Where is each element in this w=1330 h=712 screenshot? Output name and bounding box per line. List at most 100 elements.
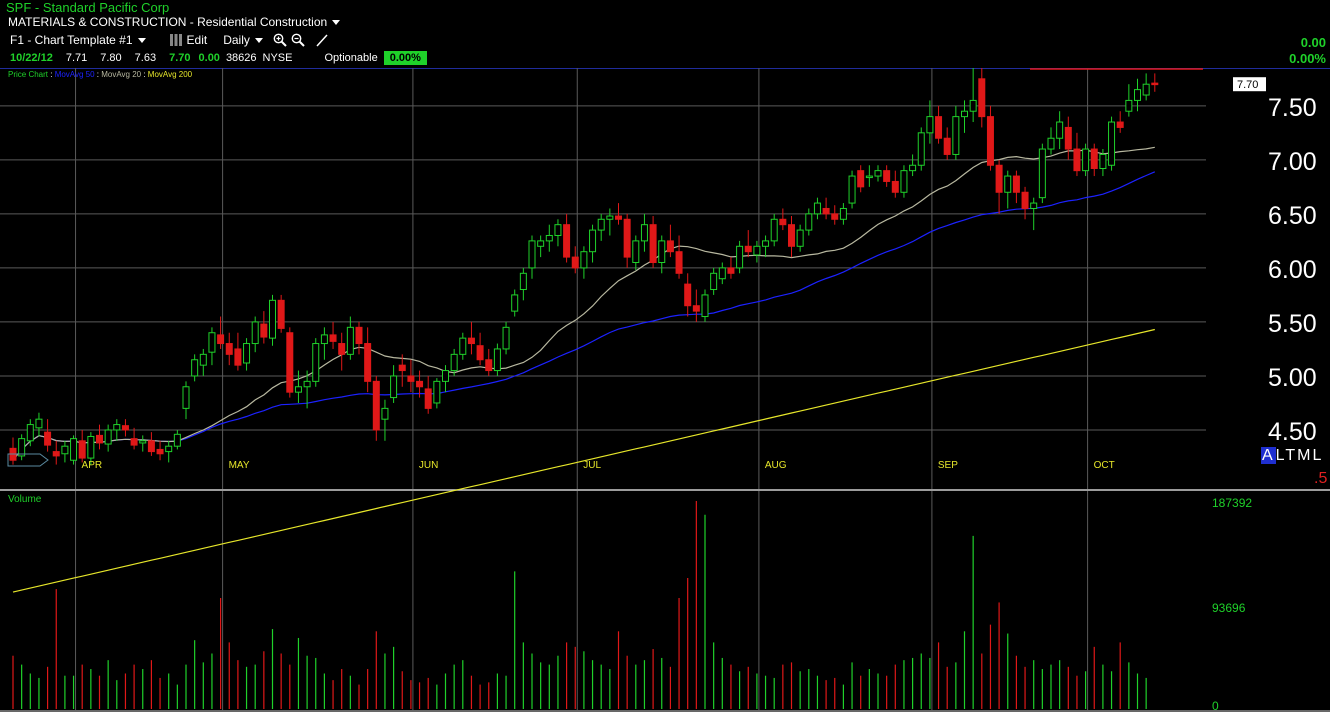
- candle-body: [1047, 137, 1055, 150]
- candle-body: [1142, 83, 1150, 96]
- last-price-label: 7.70: [1237, 79, 1258, 91]
- month-label: JUL: [583, 460, 601, 471]
- sector-dropdown[interactable]: MATERIALS & CONSTRUCTION - Residential C…: [8, 15, 341, 29]
- candle-body: [779, 218, 787, 226]
- candle-body: [294, 386, 302, 393]
- change-value: 0.00: [1300, 35, 1326, 50]
- symbol-title: SPF - Standard Pacific Corp: [6, 0, 170, 15]
- price-tick-label: 4.50: [1268, 418, 1317, 446]
- candle-body: [874, 170, 882, 177]
- candle-body: [926, 116, 934, 134]
- chevron-down-icon: [137, 38, 146, 44]
- candle-body: [615, 215, 622, 220]
- candle-body: [813, 202, 821, 215]
- candle-body: [649, 224, 657, 263]
- candle-body: [943, 137, 951, 155]
- candle-body: [1021, 191, 1029, 209]
- template-dropdown[interactable]: F1 - Chart Template #1: [10, 33, 146, 47]
- candle-body: [346, 326, 354, 355]
- candle-body: [182, 386, 190, 409]
- candle-body: [269, 299, 276, 339]
- quote-change: 0.00: [198, 52, 220, 64]
- volume-tick-label: 0: [1212, 699, 1219, 712]
- candle-body: [1012, 175, 1020, 193]
- candle-body: [537, 240, 545, 247]
- candle-body: [1125, 99, 1133, 112]
- candle-body: [632, 240, 640, 263]
- candle-body: [935, 116, 943, 139]
- legend-ma200: MovAvg 200: [148, 70, 193, 79]
- candle-body: [1064, 126, 1072, 150]
- grid: [0, 68, 1330, 712]
- candle-body: [519, 272, 527, 291]
- candle-body: [251, 321, 259, 345]
- candle-body: [485, 359, 493, 372]
- altml-toggle[interactable]: ALTML: [1261, 447, 1323, 465]
- candle-body: [1116, 121, 1124, 128]
- candle-body: [217, 334, 225, 345]
- quote-exchange: NYSE: [262, 52, 293, 64]
- zoom-in-icon[interactable]: [273, 33, 287, 47]
- candle-body: [528, 240, 536, 269]
- quote-high: 7.80: [100, 52, 122, 64]
- candle-body: [199, 353, 207, 366]
- candle-body: [96, 434, 103, 444]
- candle-body: [381, 407, 389, 420]
- sector-label: MATERIALS & CONSTRUCTION - Residential C…: [8, 15, 328, 29]
- candle-body: [1004, 175, 1012, 193]
- candle-body: [416, 380, 424, 388]
- candle-body: [35, 418, 43, 429]
- chart-legend: Price Chart : MovAvg 50 : MovAvg 20 : Mo…: [8, 70, 193, 79]
- candle-body: [139, 440, 147, 444]
- candle-body: [805, 213, 813, 231]
- candle-body: [796, 229, 804, 247]
- zoom-out-icon[interactable]: [291, 33, 305, 47]
- candle-body: [355, 326, 363, 345]
- candle-body: [597, 218, 605, 231]
- candle-body: [1099, 153, 1107, 169]
- candle-body: [493, 348, 501, 372]
- altml-rest: LTML: [1275, 447, 1324, 464]
- period-label: Daily: [223, 33, 250, 47]
- edit-button[interactable]: Edit: [169, 33, 207, 47]
- candle-body: [580, 251, 588, 269]
- volume-tick-label: 93696: [1212, 601, 1246, 615]
- candle-body: [364, 343, 372, 382]
- month-label: SEP: [938, 460, 958, 471]
- candle-body: [891, 180, 899, 193]
- legend-price: Price Chart: [8, 70, 49, 79]
- price-volume-chart[interactable]: 7.50 7.00 6.50 6.00 5.50 5.00 4.50 APR MAY JUN JUL…: [0, 68, 1330, 712]
- candle-body: [718, 267, 726, 280]
- candle-body: [744, 245, 752, 253]
- candle-body: [450, 353, 458, 372]
- candle-body: [18, 438, 26, 457]
- month-label: AUG: [765, 460, 787, 471]
- candle-body: [208, 332, 216, 353]
- candle-body: [684, 283, 692, 307]
- candle-body: [320, 334, 328, 345]
- candle-body: [87, 435, 95, 459]
- candle-body: [666, 240, 674, 253]
- candle-body: [900, 170, 908, 193]
- candle-body: [191, 359, 199, 377]
- candle-body: [952, 116, 960, 155]
- candle-body: [372, 380, 380, 431]
- candle-body: [1108, 121, 1116, 166]
- candle-body: [173, 433, 181, 447]
- draw-line-icon[interactable]: [315, 33, 329, 47]
- candle-body: [78, 440, 86, 459]
- candle-body: [675, 251, 683, 274]
- candle-body: [225, 343, 233, 355]
- candle-body: [770, 218, 778, 242]
- quote-open: 7.71: [65, 52, 88, 64]
- candle-body: [442, 370, 449, 382]
- period-dropdown[interactable]: Daily: [223, 33, 263, 47]
- candle-body: [398, 364, 406, 372]
- candle-body: [710, 272, 718, 291]
- candle-body: [502, 326, 510, 350]
- candle-body: [978, 78, 986, 118]
- candle-body: [286, 332, 294, 393]
- candle-body: [121, 425, 129, 431]
- candle-body: [390, 375, 398, 399]
- legend-ma20: MovAvg 20: [101, 70, 141, 79]
